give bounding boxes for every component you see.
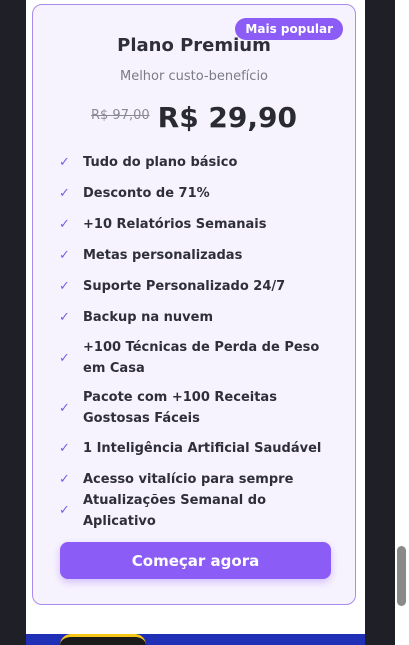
price-row: R$ 97,00 R$ 29,90 bbox=[33, 101, 355, 134]
feature-label: Metas personalizadas bbox=[83, 248, 243, 263]
banner-emblem bbox=[60, 634, 146, 645]
feature-label: 1 Inteligência Artificial Saudável bbox=[83, 441, 322, 456]
feature-label: Suporte Personalizado 24/7 bbox=[83, 279, 286, 294]
page-content: Mais popular Plano Premium Melhor custo-… bbox=[26, 0, 365, 645]
feature-item: ✓ Desconto de 71% bbox=[59, 178, 341, 209]
feature-item: ✓ 1 Inteligência Artificial Saudável bbox=[59, 433, 341, 464]
check-icon: ✓ bbox=[59, 472, 70, 487]
feature-label: Pacote com +100 Receitas Gostosas Fáceis bbox=[83, 390, 277, 426]
feature-item: ✓ Atualizações Semanal do Aplicativo bbox=[59, 493, 341, 529]
feature-item: ✓ Backup na nuvem bbox=[59, 302, 341, 333]
feature-item: ✓ +100 Técnicas de Perda de Peso em Casa bbox=[59, 333, 341, 383]
check-icon: ✓ bbox=[59, 155, 70, 170]
next-section-banner bbox=[26, 634, 365, 645]
plan-title: Plano Premium bbox=[117, 35, 271, 56]
feature-item: ✓ Suporte Personalizado 24/7 bbox=[59, 271, 341, 302]
check-icon: ✓ bbox=[59, 279, 70, 294]
feature-label: +10 Relatórios Semanais bbox=[83, 217, 267, 232]
check-icon: ✓ bbox=[59, 441, 70, 456]
check-icon: ✓ bbox=[59, 248, 70, 263]
feature-label: Tudo do plano básico bbox=[83, 155, 238, 170]
check-icon: ✓ bbox=[59, 350, 70, 366]
feature-item: ✓ Tudo do plano básico bbox=[59, 147, 341, 178]
feature-label: Desconto de 71% bbox=[83, 186, 210, 201]
scrollbar-thumb[interactable] bbox=[397, 546, 406, 606]
scrollbar[interactable] bbox=[395, 0, 409, 645]
current-price: R$ 29,90 bbox=[157, 101, 297, 134]
feature-label: Acesso vitalício para sempre bbox=[83, 472, 294, 487]
start-now-button[interactable]: Começar agora bbox=[60, 542, 331, 579]
feature-label: Backup na nuvem bbox=[83, 310, 214, 325]
feature-item: ✓ +10 Relatórios Semanais bbox=[59, 209, 341, 240]
feature-label: +100 Técnicas de Perda de Peso em Casa bbox=[83, 340, 320, 376]
feature-list: ✓ Tudo do plano básico ✓ Desconto de 71% ✓ +1… bbox=[59, 147, 341, 529]
plan-subtitle: Melhor custo-benefício bbox=[119, 69, 269, 84]
feature-item: ✓ Pacote com +100 Receitas Gostosas Fácei… bbox=[59, 383, 341, 433]
check-icon: ✓ bbox=[59, 186, 70, 201]
check-icon: ✓ bbox=[59, 503, 70, 518]
old-price: R$ 97,00 bbox=[90, 108, 150, 123]
check-icon: ✓ bbox=[59, 217, 70, 232]
premium-plan-card: Mais popular Plano Premium Melhor custo-… bbox=[32, 4, 356, 605]
check-icon: ✓ bbox=[59, 310, 70, 325]
check-icon: ✓ bbox=[59, 400, 70, 416]
feature-item: ✓ Metas personalizadas bbox=[59, 240, 341, 271]
feature-label: Atualizações Semanal do Aplicativo bbox=[83, 492, 267, 529]
